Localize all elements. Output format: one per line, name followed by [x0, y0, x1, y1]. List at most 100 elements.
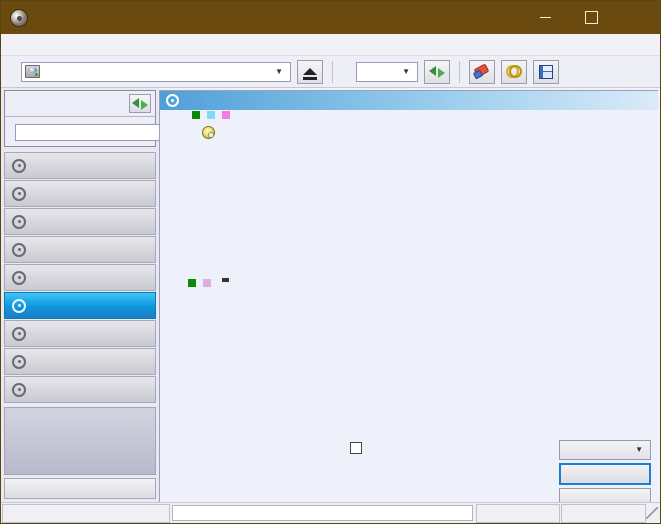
refresh-icon — [132, 97, 148, 111]
menu-extra[interactable] — [46, 43, 64, 47]
toolbar-divider-1 — [332, 60, 333, 83]
window-controls — [522, 1, 660, 34]
sidebar-item-cd-bler[interactable] — [4, 320, 156, 347]
close-button[interactable] — [614, 1, 660, 34]
stats-max-ldc — [208, 476, 270, 492]
sidebar-nav — [4, 152, 156, 403]
stats-avg-ldc — [208, 458, 270, 474]
legend-swatch-jitter — [203, 278, 211, 287]
erase-button[interactable] — [469, 59, 495, 84]
jitter-header — [350, 440, 408, 456]
readout-values — [430, 440, 488, 502]
stats-avg-bis — [270, 458, 322, 474]
start-full-button[interactable] — [559, 462, 651, 486]
save-button[interactable] — [533, 59, 559, 84]
legend-item-read-speed — [207, 111, 218, 119]
readout-value-samples — [430, 472, 488, 488]
readout-value-position — [430, 456, 488, 472]
drive-icon — [25, 65, 40, 78]
disc-icon — [12, 326, 26, 341]
sidebar-item-extra-tests[interactable] — [4, 376, 156, 403]
menu-start-test[interactable] — [28, 43, 46, 47]
disc-icon — [166, 94, 179, 107]
legend-swatch-write-speed — [222, 111, 230, 119]
legend-swatch-bis — [188, 278, 196, 287]
sidebar-item-drive-info[interactable] — [4, 236, 156, 263]
legend-item-jitter — [203, 278, 214, 287]
title-bar — [1, 1, 660, 34]
drive-select[interactable]: ▼ — [21, 61, 291, 82]
stats-total-bis — [270, 493, 322, 502]
legend-swatch-read-speed — [207, 111, 215, 119]
main-panel: ▼ — [159, 90, 658, 502]
toolbar-divider-2 — [459, 60, 460, 83]
maximize-button[interactable] — [568, 1, 614, 34]
body: ▼ — [1, 88, 660, 502]
sidebar — [1, 88, 216, 502]
speed-select[interactable]: ▼ — [356, 61, 418, 82]
chevron-down-icon: ▼ — [275, 67, 283, 76]
stats-row-total-label — [166, 493, 208, 502]
bis-jitter-chart — [160, 277, 658, 437]
jitter-avg — [350, 456, 408, 472]
sidebar-spacer — [4, 407, 156, 475]
app-window: ▼ ▼ ▼ — [0, 0, 661, 524]
stats-corner — [166, 440, 208, 456]
sidebar-item-transfer-rate[interactable] — [4, 152, 156, 179]
sidebar-item-fe-te[interactable] — [4, 348, 156, 375]
sidebar-item-create-test-disc[interactable] — [4, 180, 156, 207]
eject-button[interactable] — [297, 59, 323, 84]
menu-file[interactable] — [10, 43, 28, 47]
stats-max-bis — [270, 476, 322, 492]
ldc-chart-legend — [192, 111, 233, 119]
save-icon — [539, 64, 553, 79]
bis-jitter-plot — [160, 277, 625, 437]
disc-icon — [12, 214, 26, 229]
menu-help[interactable] — [64, 43, 82, 47]
stats-panel: ▼ — [160, 437, 658, 502]
legend-item-write-speed — [222, 111, 233, 119]
ldc-speed-plot — [160, 110, 625, 277]
elapsed-time — [561, 503, 646, 523]
status-window-button[interactable] — [4, 478, 156, 499]
disc-icon — [12, 298, 26, 313]
disc-icon — [12, 242, 26, 257]
progress-bar — [172, 505, 473, 521]
eject-icon — [303, 68, 317, 80]
toolbar: ▼ ▼ — [1, 56, 660, 88]
sidebar-item-disc-info[interactable] — [4, 264, 156, 291]
legend-item-bis — [188, 278, 199, 287]
disc-info-panel — [4, 90, 216, 147]
menu-bar — [1, 34, 660, 56]
disc-panel-header — [5, 91, 155, 117]
gold-rings-icon — [506, 65, 522, 78]
error-stats-table — [166, 440, 322, 502]
disc-icon — [12, 158, 26, 173]
progress-percent — [476, 503, 560, 523]
disc-icon — [12, 186, 26, 201]
sidebar-item-verify-test-disc[interactable] — [4, 208, 156, 235]
stats-row-avg-label — [166, 458, 208, 474]
readout-value-speed — [430, 440, 488, 456]
sidebar-item-disc-quality[interactable] — [4, 292, 156, 319]
start-part-button[interactable] — [559, 488, 651, 502]
bis-chart-legend — [188, 278, 229, 287]
action-buttons: ▼ — [559, 440, 654, 502]
stats-total-ldc — [208, 493, 270, 502]
jitter-checkbox[interactable] — [350, 442, 362, 454]
resize-grip-icon[interactable] — [646, 507, 658, 519]
stats-col-bis — [270, 440, 322, 456]
chevron-down-icon: ▼ — [635, 445, 643, 455]
app-disc-icon — [10, 8, 28, 27]
refresh-button[interactable] — [424, 59, 450, 84]
disc-icon — [12, 270, 26, 285]
test-speed-select[interactable]: ▼ — [559, 440, 651, 460]
tools-button[interactable] — [501, 59, 527, 84]
disc-refresh-button[interactable] — [129, 94, 151, 113]
minimize-button[interactable] — [522, 1, 568, 34]
legend-marker-extra — [222, 278, 229, 282]
disc-quality-header — [160, 91, 658, 110]
ldc-speed-chart — [160, 110, 658, 277]
refresh-icon — [429, 65, 445, 79]
charts-area — [160, 110, 658, 437]
